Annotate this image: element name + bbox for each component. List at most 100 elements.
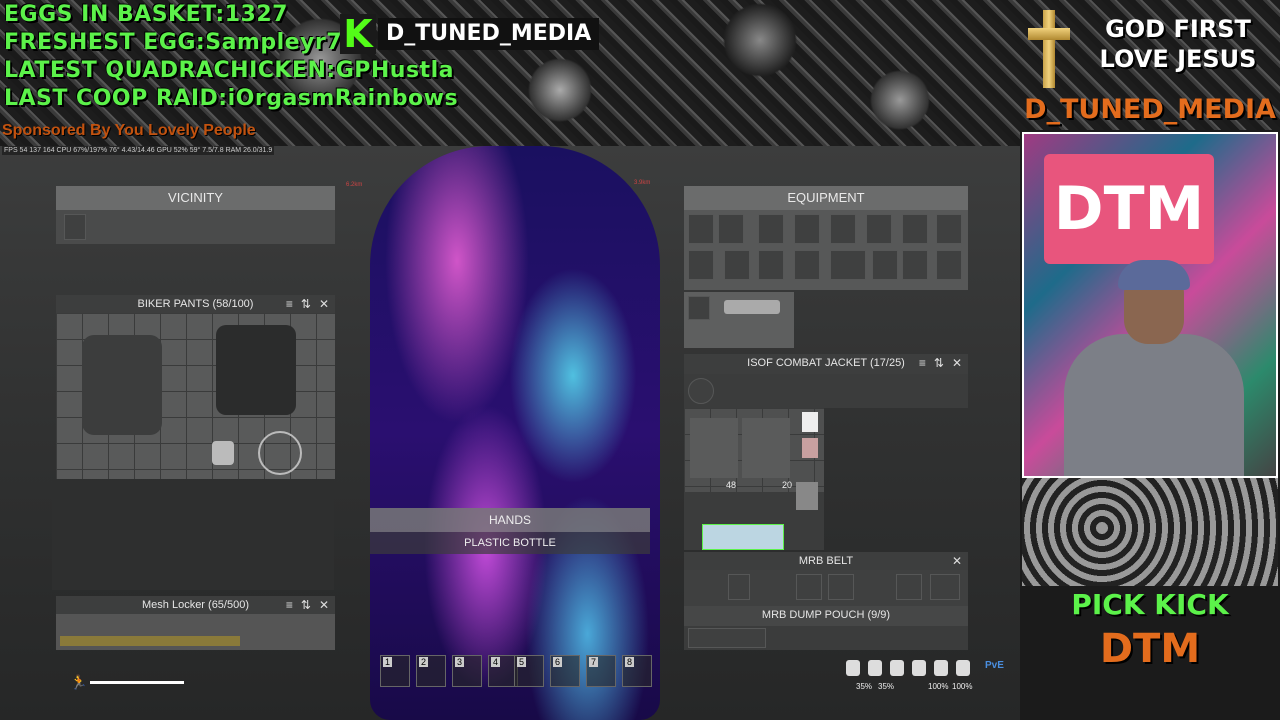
hands-item-plastic-bottle[interactable]: PLASTIC BOTTLE [370, 532, 650, 554]
stack-icon[interactable]: ≡ [286, 596, 293, 614]
swap-icon[interactable]: ⇅ [934, 354, 944, 372]
stomach-icon [846, 660, 860, 676]
biker-pants-header: BIKER PANTS (58/100) ≡ ⇅ ✕ [56, 295, 335, 313]
quickbar-slot-3[interactable]: 3 [452, 655, 482, 687]
pick-kick-text: PICK KICK [1071, 588, 1229, 621]
wrench-item[interactable] [724, 300, 780, 314]
cross-icon [1026, 10, 1072, 90]
eggs-in-basket: EGGS IN BASKET:1327 [4, 2, 288, 27]
shirt-item[interactable] [216, 325, 296, 415]
equipment-slot[interactable] [936, 214, 962, 244]
isof-jacket-extra [684, 482, 824, 550]
right-channel-name: D_TUNED_MEDIA [1024, 94, 1276, 125]
dtm-text: DTM [1099, 626, 1201, 672]
equipment-slot[interactable] [866, 214, 892, 244]
mesh-locker-title: Mesh Locker (65/500) [142, 599, 249, 611]
temperature-icon [912, 660, 926, 676]
close-icon[interactable]: ✕ [952, 552, 962, 570]
equipment-slot[interactable] [794, 250, 820, 280]
mesh-locker-item[interactable] [60, 636, 240, 646]
vicinity-header[interactable]: VICINITY [56, 186, 335, 210]
character-preview[interactable] [370, 146, 660, 720]
pve-badge: PvE [985, 660, 1004, 671]
belt-slot[interactable] [930, 574, 960, 600]
equipment-slot[interactable] [936, 250, 962, 280]
equipment-slot[interactable] [758, 250, 784, 280]
belt-slot[interactable] [896, 574, 922, 600]
mrb-pouch-contents [684, 626, 968, 650]
isof-jacket-cargo: 48 20 [684, 408, 824, 492]
hud-marker-right: 3.9km [634, 180, 651, 186]
belt-slot[interactable] [828, 574, 854, 600]
equipment-slot[interactable] [794, 214, 820, 244]
mesh-locker-header: Mesh Locker (65/500) ≡ ⇅ ✕ [56, 596, 335, 614]
backpack-item[interactable] [82, 335, 162, 435]
inventory-empty-area [52, 480, 334, 590]
rope-item[interactable] [258, 431, 302, 475]
decorative-art-panel [1022, 478, 1278, 586]
mrb-pouch-title: MRB DUMP POUCH (9/9) [761, 609, 891, 621]
equipment-slot[interactable] [688, 214, 714, 244]
equipment-slot[interactable] [688, 250, 714, 280]
equipment-slot[interactable] [830, 250, 866, 280]
water-icon [868, 660, 882, 676]
attachment-slot[interactable] [688, 296, 710, 320]
quickbar-slot-5[interactable]: 5 [514, 655, 544, 687]
belt-slot[interactable] [728, 574, 750, 600]
status-icon-row [846, 660, 970, 676]
stack-icon[interactable]: ≡ [286, 295, 293, 313]
mrb-belt-header: MRB BELT ✕ [684, 552, 968, 570]
equipment-slot[interactable] [718, 214, 744, 244]
equipment-slot[interactable] [724, 250, 750, 280]
pouch-item[interactable] [688, 628, 766, 648]
attachment-area [684, 292, 794, 348]
ammo-count: 20 [782, 480, 793, 490]
swap-icon[interactable]: ⇅ [301, 596, 311, 614]
equipment-header[interactable]: EQUIPMENT [684, 186, 968, 210]
equipment-slot[interactable] [758, 214, 784, 244]
webcam-feed: DTM [1022, 132, 1278, 478]
equipment-slot[interactable] [902, 250, 928, 280]
isof-jacket-header: ISOF COMBAT JACKET (17/25) ≡ ⇅ ✕ [684, 354, 968, 374]
vicinity-panel [56, 210, 335, 244]
sponsor-text: Sponsored By You Lovely People [2, 122, 256, 139]
biker-pants-cargo [56, 313, 335, 479]
quickbar-slot-6[interactable]: 6 [550, 655, 580, 687]
plastic-bottle-item[interactable] [702, 524, 784, 550]
mesh-locker-contents [56, 614, 335, 650]
dogtag-item[interactable] [796, 482, 818, 510]
note-item[interactable] [802, 412, 818, 432]
can-item[interactable] [212, 441, 234, 465]
quickbar-slot-8[interactable]: 8 [622, 655, 652, 687]
ammo-box-item[interactable] [690, 418, 738, 478]
equipment-slot[interactable] [902, 214, 928, 244]
card-item[interactable] [802, 438, 818, 458]
dtm-neon-sign: DTM [1044, 154, 1214, 264]
performance-overlay: FPS 54 137 164 CPU 67%/197% 76° 4.43/14.… [2, 146, 275, 155]
mrb-belt-slots [684, 570, 968, 606]
compass-item[interactable] [688, 378, 714, 404]
quickbar-slot-1[interactable]: 1 [380, 655, 410, 687]
mrb-pouch-header: MRB DUMP POUCH (9/9) [684, 606, 968, 626]
mrb-belt-title: MRB BELT [798, 555, 854, 567]
swap-icon[interactable]: ⇅ [301, 295, 311, 313]
god-first-text: GOD FIRST [1105, 15, 1251, 43]
equipment-slot[interactable] [872, 250, 898, 280]
stack-icon[interactable]: ≡ [919, 354, 926, 372]
vicinity-item[interactable] [64, 214, 86, 240]
running-person-icon: 🏃 [70, 674, 88, 690]
ammo-box-item[interactable] [742, 418, 790, 478]
close-icon[interactable]: ✕ [319, 596, 329, 614]
equipment-slots [684, 210, 968, 290]
close-icon[interactable]: ✕ [319, 295, 329, 313]
quickbar-slot-2[interactable]: 2 [416, 655, 446, 687]
status-percent-1: 35% [856, 682, 873, 691]
close-icon[interactable]: ✕ [952, 354, 962, 372]
health-icon [934, 660, 948, 676]
quickbar-slot-7[interactable]: 7 [586, 655, 616, 687]
equipment-slot[interactable] [830, 214, 856, 244]
belt-slot[interactable] [796, 574, 822, 600]
kick-logo-icon: K [340, 14, 376, 54]
love-jesus-text: LOVE JESUS [1099, 45, 1257, 73]
hud-marker-left: 6.2km [346, 182, 363, 188]
